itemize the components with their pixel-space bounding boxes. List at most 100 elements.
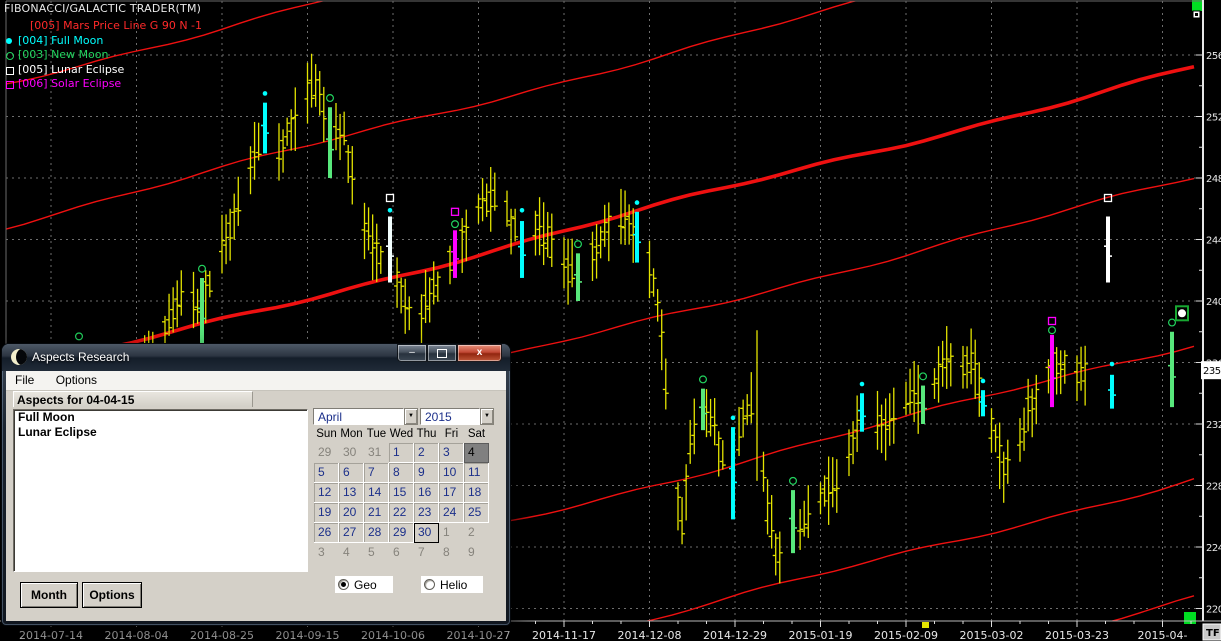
calendar-day[interactable]: 5 — [314, 463, 339, 483]
calendar-day[interactable]: 29 — [314, 443, 339, 463]
minimize-button[interactable]: – — [397, 344, 427, 362]
weekday-header-row: Sun Mon Tue Wed Thu Fri Sat — [314, 428, 489, 442]
calendar-day[interactable]: 6 — [389, 543, 414, 563]
calendar-day[interactable]: 30 — [339, 443, 364, 463]
calendar-day[interactable]: 3 — [314, 543, 339, 563]
x-axis-label: 2015-02-09 — [874, 629, 938, 641]
year-dropdown[interactable]: 2015 — [420, 408, 480, 425]
x-axis-label: 2014-08-25 — [190, 629, 254, 641]
full-moon-dot-icon — [519, 207, 525, 213]
calendar-day[interactable]: 17 — [439, 483, 464, 503]
moon-phase-icon — [11, 349, 27, 365]
calendar-day[interactable]: 1 — [389, 443, 414, 463]
helio-radio-icon — [424, 579, 435, 590]
weekday-header: Sun — [316, 428, 337, 440]
calendar-day[interactable]: 3 — [439, 443, 464, 463]
aspects-listbox[interactable]: Full Moon Lunar Eclipse — [13, 409, 308, 572]
close-button[interactable]: x — [457, 344, 502, 362]
calendar-day[interactable]: 22 — [389, 503, 414, 523]
calendar-day[interactable]: 12 — [314, 483, 339, 503]
calendar-day-grid: 29 30 31 1 2 3 4 5 6 7 8 9 10 11 12 13 14 15 16 17 18 19 20 21 2… — [314, 443, 489, 565]
aspects-for-date-label: Aspects for 04-04-15 — [13, 391, 253, 407]
month-button[interactable]: Month — [20, 582, 78, 608]
calendar-day[interactable]: 24 — [439, 503, 464, 523]
calendar-day[interactable]: 5 — [364, 543, 389, 563]
calendar-day[interactable]: 6 — [339, 463, 364, 483]
helio-radio-label: Helio — [440, 577, 468, 592]
y-axis-label: 2320 — [1206, 420, 1221, 431]
x-axis-label: 2015-03-23 — [1045, 629, 1109, 641]
full-moon-dot-icon — [634, 200, 640, 205]
calendar-day[interactable]: 20 — [339, 503, 364, 523]
helio-radio[interactable]: Helio — [421, 576, 483, 593]
axis-green-marker — [1184, 612, 1196, 624]
calendar-day[interactable]: 8 — [389, 463, 414, 483]
galactic-trader-app: 2014-07-14 2014-08-04 2014-08-25 2014-09-15… — [0, 0, 1221, 641]
dialog-body: File Options Aspects for 04-04-15 Full M… — [6, 371, 506, 621]
full-moon-dot-icon — [387, 207, 393, 213]
x-axis-label: 2015-04- — [1138, 629, 1188, 641]
calendar-day[interactable]: 2 — [464, 523, 489, 543]
calendar-day[interactable]: 7 — [364, 463, 389, 483]
calendar-day[interactable]: 31 — [364, 443, 389, 463]
calendar-day[interactable]: 9 — [464, 543, 489, 563]
x-axis-label: 2014-07-14 — [19, 629, 83, 641]
current-event-circle-icon — [1178, 309, 1186, 318]
calendar-day[interactable]: 28 — [364, 523, 389, 543]
calendar-day[interactable]: 4 — [339, 543, 364, 563]
calendar-day[interactable]: 1 — [439, 523, 464, 543]
aspects-header-strip: Aspects for 04-04-15 — [6, 391, 506, 408]
x-axis-label: 2014-12-08 — [618, 629, 682, 641]
year-dropdown-arrow-icon[interactable]: ▼ — [480, 408, 494, 425]
calendar-day[interactable]: 30 — [414, 523, 439, 543]
calendar-day[interactable]: 16 — [414, 483, 439, 503]
month-dropdown-arrow-icon[interactable]: ▼ — [404, 408, 418, 425]
menu-bar: File Options — [6, 371, 506, 391]
calendar-day[interactable]: 25 — [464, 503, 489, 523]
month-dropdown[interactable]: April — [313, 408, 404, 425]
calendar-day[interactable]: 15 — [389, 483, 414, 503]
aspect-list-item[interactable]: Lunar Eclipse — [14, 425, 307, 440]
x-axis-label: 2014-10-27 — [447, 629, 511, 641]
weekday-header: Wed — [389, 428, 414, 440]
calendar-day[interactable]: 10 — [439, 463, 464, 483]
current-price-label: 2355 — [1203, 366, 1221, 377]
weekday-header: Sat — [467, 428, 486, 440]
maximize-button[interactable] — [427, 344, 457, 362]
full-moon-dot-icon — [980, 378, 986, 384]
calendar-day[interactable]: 13 — [339, 483, 364, 503]
y-axis-label: 2280 — [1206, 482, 1221, 493]
calendar-day[interactable]: 19 — [314, 503, 339, 523]
weekday-header: Fri — [444, 428, 459, 440]
y-axis-label: 2400 — [1206, 297, 1221, 308]
x-axis-label: 2014-10-06 — [361, 629, 425, 641]
calendar-day[interactable]: 26 — [314, 523, 339, 543]
calendar-day[interactable]: 21 — [364, 503, 389, 523]
calendar-day[interactable]: 2 — [414, 443, 439, 463]
calendar-day[interactable]: 18 — [464, 483, 489, 503]
geo-radio[interactable]: Geo — [335, 576, 393, 593]
x-axis-label: 2014-08-04 — [105, 629, 169, 641]
calendar-day[interactable]: 7 — [414, 543, 439, 563]
dialog-title-bar[interactable]: Aspects Research – x — [2, 344, 510, 371]
y-axis-label: 2520 — [1206, 113, 1221, 124]
calendar-day[interactable]: 9 — [414, 463, 439, 483]
full-moon-dot-icon — [262, 91, 268, 96]
options-button[interactable]: Options — [82, 582, 142, 608]
calendar-day[interactable]: 23 — [414, 503, 439, 523]
weekday-header: Thu — [416, 428, 437, 440]
menu-options[interactable]: Options — [47, 371, 106, 390]
calendar-control: April ▼ 2015 ▼ Sun Mon Tue Wed Thu Fri Sat 29 3… — [312, 407, 497, 568]
x-axis-label: 2014-11-17 — [532, 629, 596, 641]
geo-radio-label: Geo — [354, 577, 377, 592]
calendar-day[interactable]: 11 — [464, 463, 489, 483]
x-axis-label: 2015-03-02 — [960, 629, 1024, 641]
calendar-day[interactable]: 29 — [389, 523, 414, 543]
menu-file[interactable]: File — [6, 371, 43, 390]
calendar-day[interactable]: 27 — [339, 523, 364, 543]
calendar-day[interactable]: 8 — [439, 543, 464, 563]
x-axis-label: 2015-01-19 — [789, 629, 853, 641]
calendar-day[interactable]: 14 — [364, 483, 389, 503]
calendar-day[interactable]: 4 — [464, 443, 489, 463]
aspect-list-item[interactable]: Full Moon — [14, 410, 307, 425]
